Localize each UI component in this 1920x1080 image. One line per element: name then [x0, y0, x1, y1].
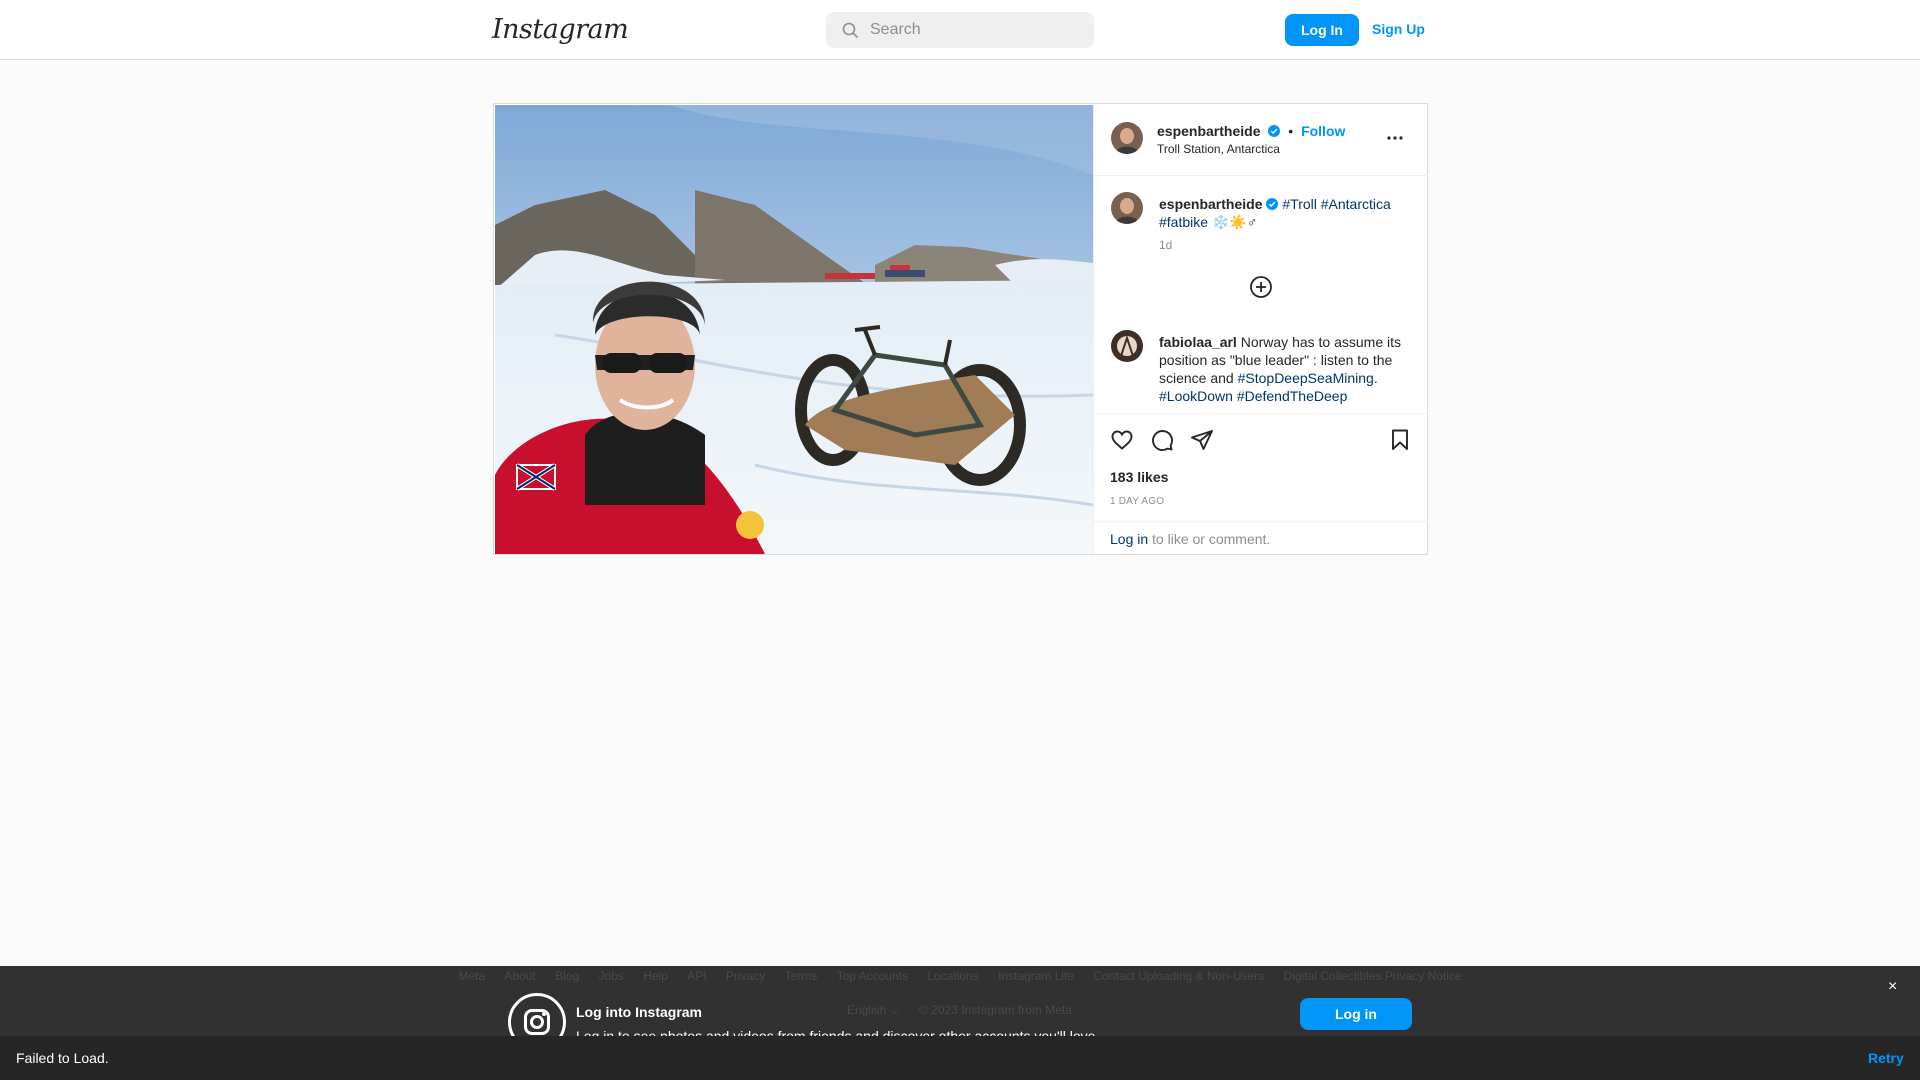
login-link[interactable]: Log in: [1110, 531, 1148, 547]
post-actions: 183 likes 1 DAY AGO Log in to like or co…: [1094, 413, 1428, 555]
footer-link[interactable]: Instagram Lite: [998, 969, 1074, 983]
verified-badge-icon: [1266, 198, 1279, 210]
copyright-text: © 2023 Instagram from Meta: [919, 1003, 1072, 1017]
author-username[interactable]: espenbartheide: [1157, 123, 1260, 139]
footer-link[interactable]: Digital Collectibles Privacy Notice: [1284, 969, 1462, 983]
post-header: espenbartheide • Follow Troll Station, A…: [1094, 104, 1428, 176]
footer-link[interactable]: Top Accounts: [837, 969, 908, 983]
footer-link[interactable]: Help: [643, 969, 668, 983]
post-sidebar: espenbartheide • Follow Troll Station, A…: [1093, 104, 1428, 555]
more-icon[interactable]: [1383, 126, 1407, 150]
caption-emoji: ❄️☀️♂: [1211, 214, 1258, 230]
author-avatar[interactable]: [1111, 122, 1143, 154]
avatar-image: [1111, 192, 1143, 224]
top-navigation: Instagram Log In Sign Up: [0, 0, 1920, 60]
login-banner: Meta About Blog Jobs Help API Privacy Te…: [0, 966, 1920, 1051]
footer-links: Meta About Blog Jobs Help API Privacy Te…: [0, 969, 1920, 983]
hashtag-link[interactable]: #fatbike: [1159, 214, 1208, 230]
banner-login-button[interactable]: Log in: [1300, 998, 1412, 1030]
author-line: espenbartheide • Follow: [1157, 123, 1345, 139]
error-message: Failed to Load.: [16, 1050, 109, 1066]
post-location[interactable]: Troll Station, Antarctica: [1157, 142, 1280, 156]
retry-button[interactable]: Retry: [1868, 1050, 1904, 1066]
footer-link[interactable]: Meta: [458, 969, 485, 983]
avatar-image: [1111, 330, 1143, 362]
avatar-image: [1111, 122, 1143, 154]
separator-dot: •: [1288, 123, 1294, 139]
caption-time: 1d: [1159, 238, 1173, 252]
search-icon: [842, 22, 858, 38]
footer-link[interactable]: API: [687, 969, 706, 983]
login-prompt: Log in to like or comment.: [1094, 521, 1428, 556]
likes-count[interactable]: 183 likes: [1110, 469, 1168, 485]
hashtag-link[interactable]: #Troll #Antarctica: [1282, 196, 1390, 212]
verified-badge-icon: [1268, 125, 1281, 137]
comment-icon[interactable]: [1150, 428, 1174, 452]
comment-text: fabiolaa_arl Norway has to assume its po…: [1159, 333, 1414, 405]
post-card: espenbartheide • Follow Troll Station, A…: [493, 103, 1428, 555]
search-input[interactable]: [870, 12, 1080, 48]
bookmark-icon[interactable]: [1388, 428, 1412, 452]
follow-button[interactable]: Follow: [1301, 123, 1345, 139]
footer-link[interactable]: Terms: [785, 969, 818, 983]
hashtag-link[interactable]: #StopDeepSeaMining.: [1238, 370, 1378, 386]
hashtag-link[interactable]: #DefendTheDeep: [1237, 388, 1348, 404]
caption-avatar[interactable]: [1111, 192, 1143, 224]
post-timestamp: 1 DAY AGO: [1110, 496, 1165, 507]
commenter-avatar[interactable]: [1111, 330, 1143, 362]
antarctica-selfie-image: [495, 105, 1093, 554]
footer-link[interactable]: Contact Uploading & Non-Users: [1093, 969, 1264, 983]
share-icon[interactable]: [1190, 428, 1214, 452]
login-button[interactable]: Log In: [1285, 14, 1359, 46]
search-box[interactable]: [826, 12, 1094, 48]
banner-title: Log into Instagram: [576, 1004, 702, 1020]
login-prompt-text: to like or comment.: [1148, 531, 1271, 547]
caption-username[interactable]: espenbartheide: [1159, 196, 1262, 212]
instagram-logo[interactable]: Instagram: [492, 14, 629, 45]
footer-link[interactable]: About: [504, 969, 535, 983]
close-icon[interactable]: ×: [1888, 978, 1897, 996]
footer-link[interactable]: Jobs: [598, 969, 623, 983]
add-circle-icon[interactable]: [1249, 275, 1273, 299]
caption-text: espenbartheide #Troll #Antarctica #fatbi…: [1159, 195, 1414, 231]
heart-icon[interactable]: [1110, 428, 1134, 452]
footer-link[interactable]: Blog: [555, 969, 579, 983]
hashtag-link[interactable]: #LookDown: [1159, 388, 1233, 404]
footer-link[interactable]: Privacy: [726, 969, 765, 983]
post-photo[interactable]: [495, 105, 1093, 554]
language-selector[interactable]: English ⌵: [847, 1003, 899, 1018]
commenter-username[interactable]: fabiolaa_arl: [1159, 334, 1237, 350]
signup-button[interactable]: Sign Up: [1372, 21, 1425, 37]
error-bar: Failed to Load. Retry: [0, 1036, 1920, 1080]
footer-link[interactable]: Locations: [927, 969, 978, 983]
